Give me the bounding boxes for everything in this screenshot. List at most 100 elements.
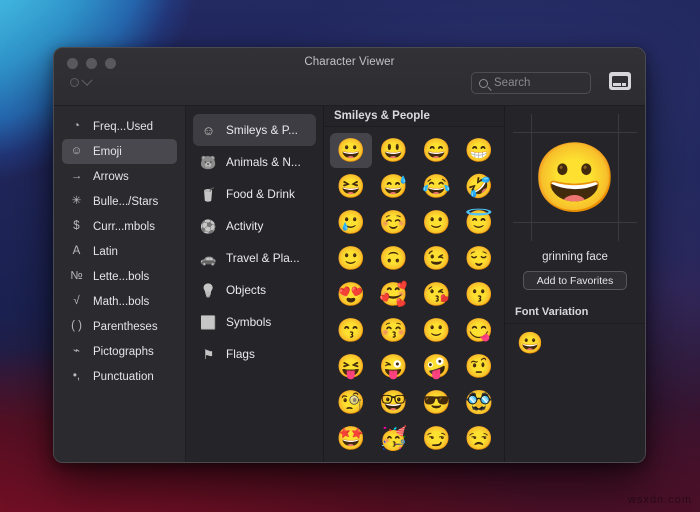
emoji-cell[interactable]: 🤩 bbox=[330, 421, 372, 456]
search-field[interactable]: Search bbox=[471, 72, 591, 94]
emoji-cell[interactable]: 🥰 bbox=[373, 277, 415, 312]
emoji-cell[interactable]: 😍 bbox=[330, 277, 372, 312]
emoji-cell[interactable]: 🤨 bbox=[458, 349, 500, 384]
numero-icon: № bbox=[69, 271, 84, 283]
sidebar-item-punctuation[interactable]: •, Punctuation bbox=[62, 364, 177, 389]
symbols-icon: 🔣 bbox=[200, 316, 217, 329]
category-item-activity[interactable]: ⚽ Activity bbox=[193, 210, 316, 242]
drink-cup-icon: 🥤 bbox=[200, 188, 217, 201]
font-variation-item[interactable]: 😀 bbox=[517, 333, 645, 354]
emoji-cell[interactable]: 😙 bbox=[330, 313, 372, 348]
sidebar-item-emoji[interactable]: ☺ Emoji bbox=[62, 139, 177, 164]
category-item-label: Travel & Pla... bbox=[226, 251, 300, 265]
sidebar-item-latin[interactable]: A Latin bbox=[62, 239, 177, 264]
options-menu-button[interactable] bbox=[70, 78, 91, 87]
letter-a-icon: A bbox=[69, 246, 84, 258]
emoji-cell[interactable]: 😗 bbox=[458, 277, 500, 312]
sidebar-item-currency-symbols[interactable]: $ Curr...mbols bbox=[62, 214, 177, 239]
emoji-cell[interactable]: 😒 bbox=[458, 421, 500, 456]
sidebar-item-math-symbols[interactable]: √ Math...bols bbox=[62, 289, 177, 314]
emoji-cell[interactable]: 😄 bbox=[416, 133, 458, 168]
sidebar-item-label: Curr...mbols bbox=[93, 221, 155, 233]
sidebar-item-frequently-used[interactable]: ◔ Freq...Used bbox=[62, 114, 177, 139]
emoji-cell[interactable]: 🙂 bbox=[416, 205, 458, 240]
category-item-animals-and-nature[interactable]: 🐻 Animals & N... bbox=[193, 146, 316, 178]
emoji-cell[interactable]: 😜 bbox=[373, 349, 415, 384]
sidebar-item-label: Latin bbox=[93, 246, 118, 258]
keyboard-viewer-icon bbox=[612, 76, 628, 87]
emoji-cell[interactable]: 😀 bbox=[330, 133, 372, 168]
window-titlebar: Character Viewer Search bbox=[54, 48, 645, 106]
category-item-food-and-drink[interactable]: 🥤 Food & Drink bbox=[193, 178, 316, 210]
sidebar-item-label: Lette...bols bbox=[93, 271, 149, 283]
sidebar-item-label: Pictographs bbox=[93, 346, 154, 358]
arrow-right-icon: → bbox=[69, 171, 84, 183]
keyboard-viewer-button[interactable] bbox=[609, 72, 631, 90]
search-placeholder: Search bbox=[494, 77, 530, 89]
sidebar-item-label: Math...bols bbox=[93, 296, 149, 308]
search-icon bbox=[479, 79, 488, 88]
preview-panel: 😀 grinning face Add to Favorites Font Va… bbox=[505, 106, 645, 462]
sidebar: ◔ Freq...Used ☺ Emoji → Arrows ✳ Bulle..… bbox=[54, 106, 186, 462]
category-item-label: Flags bbox=[226, 347, 255, 361]
watermark: wsxdn.com bbox=[628, 494, 692, 506]
emoji-cell[interactable]: 😚 bbox=[373, 313, 415, 348]
car-icon: 🚗 bbox=[200, 252, 217, 265]
category-item-flags[interactable]: ⚑ Flags bbox=[193, 338, 316, 370]
add-to-favorites-button[interactable]: Add to Favorites bbox=[523, 271, 627, 290]
grid-section-title: Smileys & People bbox=[324, 106, 504, 127]
emoji-cell[interactable]: 🤓 bbox=[373, 385, 415, 420]
sidebar-item-label: Bulle.../Stars bbox=[93, 196, 158, 208]
emoji-cell[interactable]: 🧐 bbox=[330, 385, 372, 420]
smiley-icon: ☺ bbox=[200, 124, 217, 137]
category-item-label: Symbols bbox=[226, 315, 271, 329]
emoji-cell[interactable]: 😋 bbox=[458, 313, 500, 348]
sidebar-item-label: Emoji bbox=[93, 146, 122, 158]
emoji-cell[interactable]: 😆 bbox=[330, 169, 372, 204]
sidebar-item-bullets-stars[interactable]: ✳ Bulle.../Stars bbox=[62, 189, 177, 214]
emoji-cell[interactable]: 😏 bbox=[416, 421, 458, 456]
sidebar-item-label: Arrows bbox=[93, 171, 129, 183]
emoji-cell[interactable]: 🙃 bbox=[373, 241, 415, 276]
sidebar-item-label: Punctuation bbox=[93, 371, 154, 383]
emoji-cell[interactable]: 🥲 bbox=[330, 205, 372, 240]
sidebar-item-pictographs[interactable]: ⌁ Pictographs bbox=[62, 339, 177, 364]
emoji-cell[interactable]: ☺️ bbox=[373, 205, 415, 240]
category-item-smileys-and-people[interactable]: ☺ Smileys & P... bbox=[193, 114, 316, 146]
sidebar-item-label: Parentheses bbox=[93, 321, 158, 333]
bear-icon: 🐻 bbox=[200, 156, 217, 169]
sidebar-item-parentheses[interactable]: ( ) Parentheses bbox=[62, 314, 177, 339]
emoji-cell[interactable]: 😝 bbox=[330, 349, 372, 384]
desktop: wsxdn.com Character Viewer Search bbox=[0, 0, 700, 512]
emoji-grid-scroll[interactable]: 😀😃😄😁😆😅😂🤣🥲☺️🙂😇🙂🙃😉😌😍🥰😘😗😙😚🙂😋😝😜🤪🤨🧐🤓😎🥸🤩🥳😏😒 bbox=[324, 127, 504, 462]
category-item-label: Animals & N... bbox=[226, 155, 301, 169]
category-item-label: Smileys & P... bbox=[226, 123, 298, 137]
emoji-cell[interactable]: 😁 bbox=[458, 133, 500, 168]
smiley-icon: ☺ bbox=[69, 146, 84, 158]
emoji-cell[interactable]: 🙂 bbox=[330, 241, 372, 276]
emoji-grid: 😀😃😄😁😆😅😂🤣🥲☺️🙂😇🙂🙃😉😌😍🥰😘😗😙😚🙂😋😝😜🤪🤨🧐🤓😎🥸🤩🥳😏😒 bbox=[330, 133, 500, 456]
gear-icon bbox=[70, 78, 79, 87]
category-list: ☺ Smileys & P... 🐻 Animals & N... 🥤 Food… bbox=[186, 106, 324, 462]
emoji-cell[interactable]: 😉 bbox=[416, 241, 458, 276]
emoji-cell[interactable]: 🙂 bbox=[416, 313, 458, 348]
emoji-cell[interactable]: 😃 bbox=[373, 133, 415, 168]
emoji-cell[interactable]: 🤪 bbox=[416, 349, 458, 384]
category-item-symbols[interactable]: 🔣 Symbols bbox=[193, 306, 316, 338]
sidebar-item-arrows[interactable]: → Arrows bbox=[62, 164, 177, 189]
emoji-cell[interactable]: 🤣 bbox=[458, 169, 500, 204]
font-variation-title: Font Variation bbox=[505, 306, 645, 324]
emoji-cell[interactable]: 😅 bbox=[373, 169, 415, 204]
category-item-label: Activity bbox=[226, 219, 263, 233]
category-item-travel-and-places[interactable]: 🚗 Travel & Pla... bbox=[193, 242, 316, 274]
emoji-cell[interactable]: 😌 bbox=[458, 241, 500, 276]
radical-icon: √ bbox=[69, 296, 84, 308]
emoji-cell[interactable]: 😎 bbox=[416, 385, 458, 420]
emoji-cell[interactable]: 😇 bbox=[458, 205, 500, 240]
emoji-cell[interactable]: 🥸 bbox=[458, 385, 500, 420]
category-item-objects[interactable]: 💡 Objects bbox=[193, 274, 316, 306]
emoji-cell[interactable]: 😘 bbox=[416, 277, 458, 312]
sidebar-item-letterlike-symbols[interactable]: № Lette...bols bbox=[62, 264, 177, 289]
emoji-cell[interactable]: 😂 bbox=[416, 169, 458, 204]
emoji-cell[interactable]: 🥳 bbox=[373, 421, 415, 456]
